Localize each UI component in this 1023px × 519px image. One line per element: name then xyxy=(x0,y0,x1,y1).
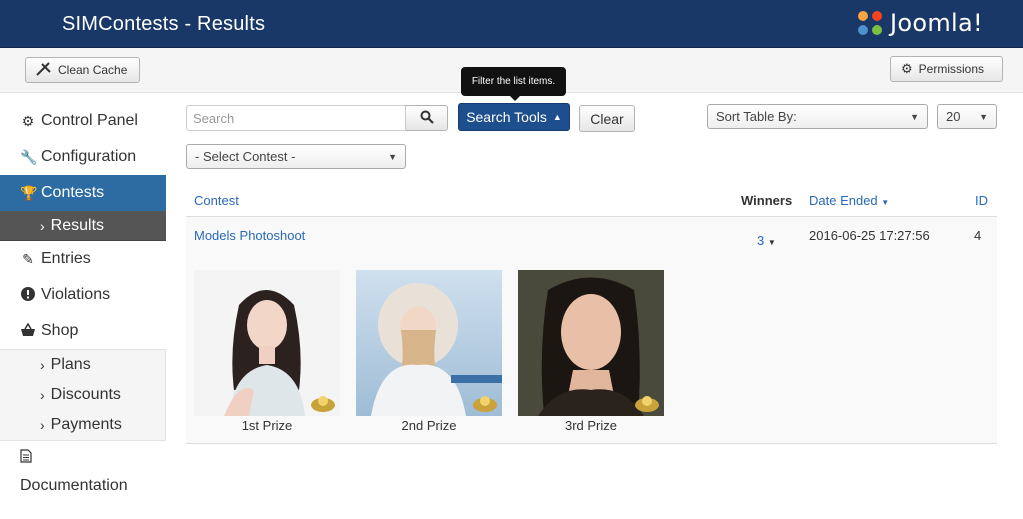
medal-icon xyxy=(635,396,659,412)
sidebar-item-label: Contests xyxy=(41,184,105,201)
permissions-button[interactable]: ⚙ Permissions xyxy=(890,56,1003,82)
medal-icon xyxy=(473,396,497,412)
sidebar-item-shop[interactable]: Shop xyxy=(0,313,166,349)
contest-name-link[interactable]: Models Photoshoot xyxy=(194,228,305,243)
medal-icon xyxy=(311,396,335,412)
list-limit-select[interactable]: 20 ▼ xyxy=(937,104,997,129)
chevron-right-icon: › xyxy=(40,417,45,433)
sidebar-item-label: Configuration xyxy=(41,148,137,165)
sidebar-item-label: Shop xyxy=(41,322,79,339)
basket-icon xyxy=(20,322,36,340)
prize-card-3: 3rd Prize xyxy=(518,270,664,433)
prize-card-2: 2nd Prize xyxy=(356,270,502,433)
sort-table-select[interactable]: Sort Table By: ▼ xyxy=(707,104,928,129)
sidebar-item-entries[interactable]: ✎ Entries xyxy=(0,241,166,277)
winners-count: 3 xyxy=(757,233,765,248)
sidebar-item-label: Violations xyxy=(41,286,111,303)
gear-icon: ⚙ xyxy=(901,61,913,76)
shop-submenu: › Plans › Discounts › Payments xyxy=(0,349,166,441)
edit-icon: ✎ xyxy=(22,250,34,267)
column-header-winners: Winners xyxy=(741,193,793,208)
sidebar-item-label: Payments xyxy=(50,416,122,433)
document-icon[interactable] xyxy=(0,441,166,471)
search-icon xyxy=(420,110,434,127)
cogs-icon: ⚙ xyxy=(21,112,35,129)
id-value: 4 xyxy=(974,228,982,243)
prize-card-1: 1st Prize xyxy=(194,270,340,433)
search-tools-button[interactable]: Search Tools ▲ xyxy=(458,103,570,131)
column-header-contest[interactable]: Contest xyxy=(194,193,239,208)
joomla-wordmark: Joomla! xyxy=(890,9,983,37)
search-input[interactable] xyxy=(186,105,406,131)
chevron-down-icon: ▼ xyxy=(979,111,988,122)
chevron-right-icon: › xyxy=(40,387,45,403)
winners-dropdown[interactable]: 3 ▼ xyxy=(757,233,776,248)
list-limit-value: 20 xyxy=(946,109,961,124)
trophy-icon: 🏆 xyxy=(20,184,38,201)
contest-filter-select[interactable]: - Select Contest - ▼ xyxy=(186,144,406,169)
table-row: Models Photoshoot 3 ▼ 2016-06-25 17:27:5… xyxy=(186,217,997,444)
sidebar-subitem-payments[interactable]: › Payments xyxy=(0,410,165,440)
clear-button[interactable]: Clear xyxy=(579,105,635,132)
joomla-logo-icon xyxy=(858,11,882,35)
joomla-logo[interactable]: Joomla! xyxy=(855,6,983,40)
contest-filter-value: - Select Contest - xyxy=(195,149,296,164)
sidebar-subitem-discounts[interactable]: › Discounts xyxy=(0,380,165,410)
sidebar-item-violations[interactable]: Violations xyxy=(0,277,166,313)
clean-cache-button[interactable]: Clean Cache xyxy=(25,57,140,83)
winner-photo-2[interactable] xyxy=(356,270,502,416)
sidebar-item-label: Plans xyxy=(50,356,91,373)
search-tools-label: Search Tools xyxy=(466,109,547,125)
sidebar-item-control-panel[interactable]: ⚙ Control Panel xyxy=(0,103,166,139)
date-ended-value: 2016-06-25 17:27:56 xyxy=(809,228,930,243)
sort-desc-icon: ▼ xyxy=(881,198,890,207)
broom-icon xyxy=(36,61,52,79)
prize-caption-3: 3rd Prize xyxy=(564,418,618,433)
sidebar-subitem-results[interactable]: › Results xyxy=(0,211,166,241)
search-group xyxy=(186,105,448,131)
sidebar-subitem-plans[interactable]: › Plans xyxy=(0,350,165,380)
chevron-down-icon: ▼ xyxy=(388,151,397,162)
table-header: Contest Winners Date Ended ▼ ID xyxy=(186,185,997,217)
page-title: SIMContests - Results xyxy=(62,13,266,35)
prize-caption-1: 1st Prize xyxy=(241,418,293,433)
sidebar-item-label: Control Panel xyxy=(41,112,138,129)
results-table: Contest Winners Date Ended ▼ ID Models P… xyxy=(186,185,997,444)
column-header-id[interactable]: ID xyxy=(975,193,988,208)
permissions-label: Permissions xyxy=(918,62,985,76)
caret-up-icon: ▲ xyxy=(552,112,562,122)
search-button[interactable] xyxy=(406,105,448,131)
column-header-date-ended[interactable]: Date Ended ▼ xyxy=(809,193,889,208)
warning-icon xyxy=(20,286,36,304)
winner-photo-3[interactable] xyxy=(518,270,664,416)
app-header: SIMContests - Results Joomla! xyxy=(0,0,1023,48)
sidebar-item-documentation[interactable]: Documentation xyxy=(0,471,166,501)
caret-down-icon: ▼ xyxy=(767,238,776,247)
sidebar-item-label: Results xyxy=(50,216,105,234)
wrench-icon: 🔧 xyxy=(20,148,38,165)
chevron-right-icon: › xyxy=(40,217,45,234)
winner-photo-1[interactable] xyxy=(194,270,340,416)
chevron-right-icon: › xyxy=(40,357,45,373)
search-tools-tooltip: Filter the list items. xyxy=(461,67,566,101)
chevron-down-icon: ▼ xyxy=(910,111,919,122)
sort-table-value: Sort Table By: xyxy=(716,109,797,124)
clean-cache-label: Clean Cache xyxy=(58,63,128,77)
sidebar: ⚙ Control Panel 🔧 Configuration 🏆 Contes… xyxy=(0,103,166,501)
sidebar-item-configuration[interactable]: 🔧 Configuration xyxy=(0,139,166,175)
date-ended-label: Date Ended xyxy=(809,193,878,208)
prize-caption-2: 2nd Prize xyxy=(401,418,457,433)
sidebar-item-label: Discounts xyxy=(50,386,121,403)
sidebar-item-contests[interactable]: 🏆 Contests xyxy=(0,175,166,211)
sidebar-item-label: Entries xyxy=(41,250,91,267)
